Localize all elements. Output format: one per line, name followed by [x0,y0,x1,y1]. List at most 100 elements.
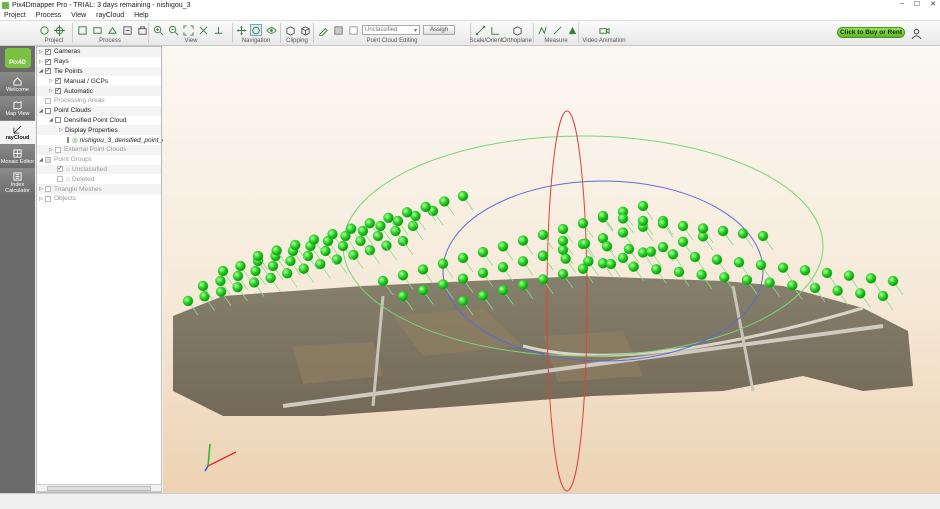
camera-marker[interactable] [583,256,594,267]
measure-polyline-icon[interactable] [536,24,548,36]
process-step3-icon[interactable] [106,24,118,36]
camera-marker[interactable] [215,275,226,287]
checkbox[interactable]: ✓ [45,68,51,75]
camera-marker[interactable] [372,230,384,242]
checkbox[interactable] [45,156,51,163]
checkbox[interactable] [57,176,63,183]
camera-marker[interactable] [617,227,629,238]
camera-marker[interactable] [437,258,449,269]
close-button[interactable]: ✕ [930,0,936,8]
camera-marker[interactable] [843,270,855,281]
camera-marker[interactable] [517,256,529,267]
camera-marker[interactable] [477,290,489,301]
camera-marker[interactable] [741,274,753,286]
camera-marker[interactable] [377,275,389,287]
camera-marker[interactable] [215,286,227,297]
camera-marker[interactable] [457,273,469,284]
camera-marker[interactable] [821,267,833,279]
camera-marker[interactable] [392,215,404,227]
camera-marker[interactable] [417,264,429,275]
menu-help[interactable]: Help [134,12,148,19]
camera-marker[interactable] [331,254,343,265]
camera-marker[interactable] [217,265,229,277]
camera-marker[interactable] [605,258,617,270]
camera-marker[interactable] [557,268,569,280]
checkbox[interactable] [45,107,51,114]
camera-marker[interactable] [250,265,261,277]
layer-row-objects[interactable]: ▷ Objects [37,194,161,204]
camera-marker[interactable] [252,250,264,262]
camera-marker[interactable] [517,279,529,291]
camera-marker[interactable] [267,260,279,272]
layer-row-rays[interactable]: ▷ ✓ Rays [37,57,161,67]
layer-row-triangle-meshes[interactable]: ▷ Triangle Meshes [37,184,161,194]
camera-marker[interactable] [383,212,394,224]
sidebar-item-raycloud[interactable]: rayCloud [0,120,35,144]
checkbox[interactable] [55,146,61,153]
raycloud-3d-viewport[interactable] [163,46,940,493]
camera-marker[interactable] [696,269,707,280]
camera-marker[interactable] [337,240,349,252]
camera-marker[interactable] [577,218,589,229]
camera-marker[interactable] [497,285,509,296]
user-account-icon[interactable] [910,27,922,39]
zoom-in-icon[interactable] [152,24,164,36]
layer-row-unclassified[interactable]: ✓ ⌂ Unclassified [37,164,161,175]
camera-marker[interactable] [457,252,469,264]
camera-marker[interactable] [401,207,413,218]
checkbox[interactable] [45,97,51,104]
orthoplane-icon[interactable] [511,24,523,36]
layer-row-external-point-clouds[interactable]: ▷ External Point Clouds [37,144,161,155]
process-options-icon[interactable] [121,24,133,36]
assign-button[interactable]: Assign [423,25,455,35]
video-camera-icon[interactable] [598,24,610,36]
camera-marker[interactable] [617,252,629,264]
selection-mode-icon[interactable] [332,24,344,36]
camera-marker[interactable] [235,260,246,272]
camera-marker[interactable] [298,263,309,274]
camera-marker[interactable] [537,274,549,285]
camera-marker[interactable] [537,229,549,241]
camera-marker[interactable] [601,241,613,252]
camera-marker[interactable] [439,196,450,207]
camera-marker[interactable] [364,218,376,229]
camera-marker[interactable] [637,215,649,227]
camera-marker[interactable] [832,285,843,296]
camera-marker[interactable] [290,239,301,251]
camera-marker[interactable] [737,228,749,239]
camera-marker[interactable] [420,201,431,213]
layer-row-deleted[interactable]: ⌂ Deleted [37,174,161,184]
camera-marker[interactable] [560,253,571,264]
camera-marker[interactable] [628,261,639,272]
menu-project[interactable]: Project [4,12,26,19]
camera-marker[interactable] [271,245,282,256]
camera-marker[interactable] [232,270,244,282]
checkbox[interactable]: ✓ [55,88,61,95]
checkbox[interactable] [55,117,61,124]
layer-row-processing-areas[interactable]: Processing Areas [37,96,161,106]
menu-process[interactable]: Process [36,12,61,19]
camera-marker[interactable] [308,234,320,245]
camera-marker[interactable] [877,290,889,302]
camera-marker[interactable] [717,225,729,237]
camera-marker[interactable] [345,223,357,234]
menu-view[interactable]: View [71,12,86,19]
camera-marker[interactable] [437,279,449,290]
camera-marker[interactable] [673,266,685,278]
camera-marker[interactable] [711,254,723,265]
camera-marker[interactable] [597,210,609,222]
layer-row-tie-points[interactable]: ◢ ✓ Tie Points [37,66,161,77]
checkbox[interactable] [67,137,69,144]
local-processing-icon[interactable] [136,24,148,36]
view-top-icon[interactable] [197,24,209,36]
camera-marker[interactable] [182,295,194,307]
camera-marker[interactable] [667,249,679,260]
edit-densified-points-icon[interactable] [317,24,329,36]
layer-row-automatic[interactable]: ▷ ✓ Automatic [37,86,161,96]
trackball-navigation-icon[interactable] [250,24,262,36]
scrollbar-thumb[interactable] [47,486,151,491]
checkbox[interactable]: ✓ [55,78,61,85]
layer-row-densified-point-cloud[interactable]: ◢ Densified Point Cloud [37,116,161,126]
buy-or-rent-button[interactable]: Click to Buy or Rent [837,27,905,38]
camera-marker[interactable] [248,277,260,288]
